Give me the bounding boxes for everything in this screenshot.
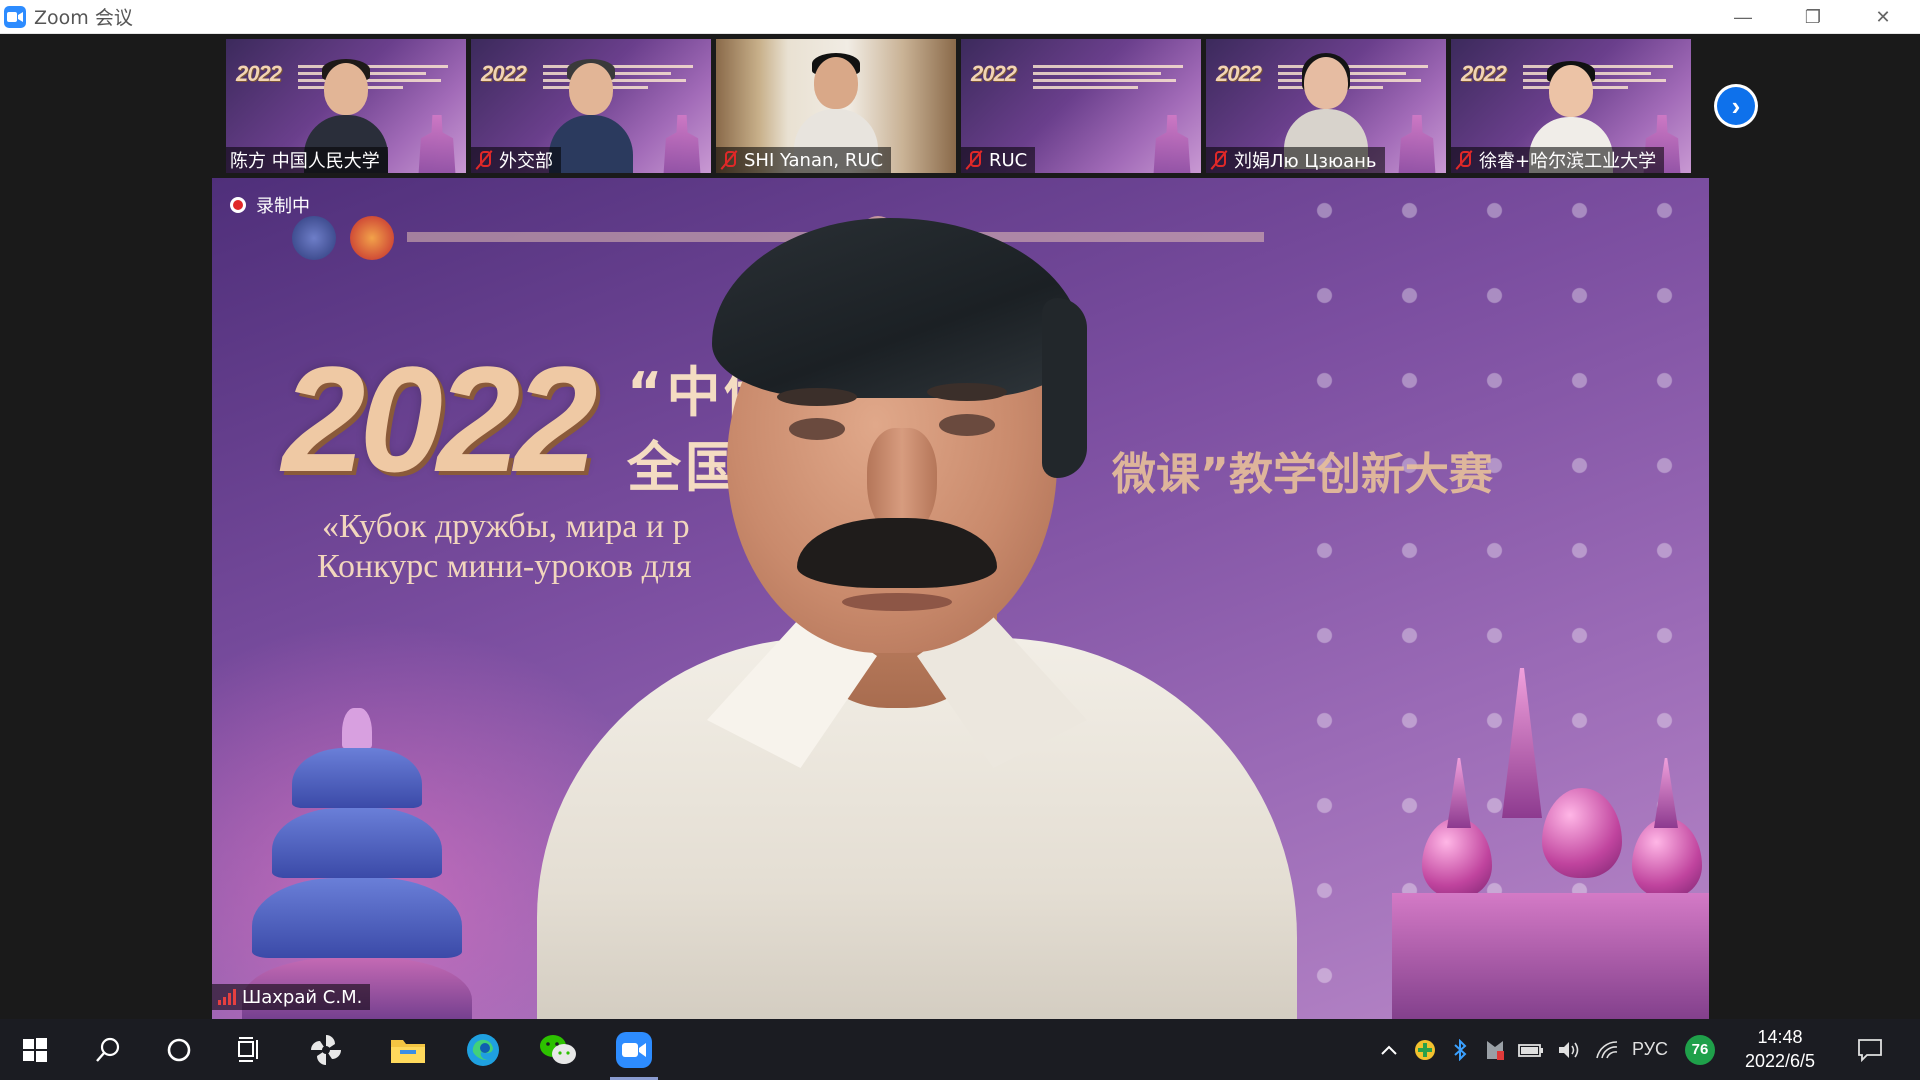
mic-muted-icon <box>965 150 983 170</box>
participant-thumbnail[interactable]: 2022 陈方 中国人民大学 <box>226 39 466 173</box>
volume-tray-button[interactable] <box>1554 1019 1584 1080</box>
participant-name: 刘娟Лю Цзюань <box>1234 151 1377 172</box>
banner-year-text: 2022 <box>236 61 282 86</box>
zoom-app-icon <box>4 5 26 28</box>
mic-muted-icon <box>1455 150 1473 170</box>
wifi-icon <box>1596 1040 1618 1058</box>
chevron-right-icon: › <box>1717 87 1755 125</box>
bluetooth-icon <box>1454 1038 1467 1061</box>
record-icon <box>230 197 246 213</box>
start-button[interactable] <box>5 1019 65 1080</box>
participant-video <box>549 59 633 173</box>
participant-name: RUC <box>989 149 1028 171</box>
mic-muted-icon <box>1210 150 1228 170</box>
window-title: Zoom 会议 <box>34 7 133 29</box>
windows-taskbar: РУС 76 14:48 2022/6/5 <box>0 1019 1920 1080</box>
recording-label: 录制中 <box>256 196 310 217</box>
participant-name: 徐睿+哈尔滨工业大学 <box>1479 151 1657 172</box>
input-language-button[interactable]: РУС <box>1628 1019 1672 1080</box>
wechat-icon <box>540 1034 576 1064</box>
tray-app-icon[interactable] <box>1410 1019 1440 1080</box>
kremlin-graphic <box>418 115 456 173</box>
next-page-button[interactable]: › <box>1714 84 1758 128</box>
clock-time: 14:48 <box>1757 1027 1803 1047</box>
kremlin-graphic <box>1153 115 1191 173</box>
organizer-logo-icon <box>350 216 394 260</box>
participant-name: 外交部 <box>499 151 553 172</box>
speaker-volume-icon <box>1559 1041 1579 1058</box>
recording-indicator[interactable]: 录制中 <box>230 192 310 218</box>
window-titlebar: Zoom 会议 — ❐ ✕ <box>0 0 1920 34</box>
edge-icon <box>467 1033 499 1066</box>
search-icon <box>96 1037 120 1062</box>
meeting-area: 2022 陈方 中国人民大学 2022 外交部 SHI Yanan, RUC 2… <box>0 34 1920 1019</box>
restore-button[interactable]: ❐ <box>1778 0 1848 34</box>
participant-thumbnail[interactable]: 2022 徐睿+哈尔滨工业大学 <box>1451 39 1691 173</box>
active-speaker-video[interactable]: 2022 “中俄 全国高 微课”教学创新大赛 «Кубок дружбы, ми… <box>212 178 1709 1019</box>
speaker-name-label: Шахрай С.М. <box>212 984 371 1010</box>
wechat-button[interactable] <box>528 1019 588 1080</box>
tray-shield-button[interactable] <box>1482 1019 1508 1080</box>
show-hidden-icons-button[interactable] <box>1377 1019 1401 1080</box>
organizer-logo-icon <box>292 216 336 260</box>
status-badge: 76 <box>1685 1034 1715 1065</box>
search-button[interactable] <box>78 1019 138 1080</box>
participant-thumbnail[interactable]: 2022 RUC <box>961 39 1201 173</box>
battery-icon <box>1518 1043 1543 1057</box>
participant-strip: 2022 陈方 中国人民大学 2022 外交部 SHI Yanan, RUC 2… <box>226 39 1691 173</box>
shield-icon <box>1487 1040 1504 1060</box>
system-clock[interactable]: 14:48 2022/6/5 <box>1725 1025 1835 1073</box>
chevron-up-icon <box>1381 1045 1397 1055</box>
notification-icon <box>1858 1038 1882 1062</box>
cortana-button[interactable] <box>149 1019 209 1080</box>
cortana-icon <box>167 1038 191 1061</box>
tray-badge-button[interactable]: 76 <box>1683 1019 1717 1080</box>
banner-text-lines <box>1033 65 1183 93</box>
windows-logo-icon <box>23 1037 47 1062</box>
network-tray-button[interactable] <box>1592 1019 1622 1080</box>
participant-name-label: 刘娟Лю Цзюань <box>1206 147 1385 173</box>
banner-year-text: 2022 <box>1216 61 1262 86</box>
temple-of-heaven-graphic <box>242 698 472 1019</box>
pinwheel-app-icon <box>311 1034 341 1065</box>
mic-muted-icon <box>720 150 738 170</box>
participant-thumbnail[interactable]: 2022 刘娟Лю Цзюань <box>1206 39 1446 173</box>
close-button[interactable]: ✕ <box>1848 0 1918 34</box>
task-view-button[interactable] <box>220 1019 280 1080</box>
network-signal-icon <box>218 989 236 1005</box>
zoom-icon <box>616 1031 652 1068</box>
clock-date: 2022/6/5 <box>1744 1051 1816 1071</box>
folder-icon <box>391 1039 425 1063</box>
banner-year-text: 2022 <box>971 61 1017 86</box>
tray-app-icon <box>1415 1039 1435 1060</box>
bluetooth-tray-button[interactable] <box>1448 1019 1472 1080</box>
participant-name: SHI Yanan, RUC <box>744 149 884 171</box>
participant-thumbnail[interactable]: SHI Yanan, RUC <box>716 39 956 173</box>
file-explorer-button[interactable] <box>378 1019 438 1080</box>
speaker-name: Шахрай С.М. <box>242 986 363 1008</box>
saint-basils-cathedral-graphic <box>1392 668 1709 1019</box>
mic-muted-icon <box>475 150 493 170</box>
minimize-button[interactable]: — <box>1708 0 1778 34</box>
participant-name-label: SHI Yanan, RUC <box>716 147 892 173</box>
participant-name-label: 外交部 <box>471 147 561 173</box>
participant-name-label: 陈方 中国人民大学 <box>226 147 388 173</box>
participant-name-label: 徐睿+哈尔滨工业大学 <box>1451 147 1665 173</box>
kremlin-graphic <box>663 115 701 173</box>
battery-tray-button[interactable] <box>1516 1019 1546 1080</box>
participant-thumbnail[interactable]: 2022 外交部 <box>471 39 711 173</box>
kremlin-graphic <box>1398 115 1436 173</box>
participant-name: 陈方 中国人民大学 <box>230 151 380 172</box>
zoom-taskbar-button[interactable] <box>604 1019 664 1080</box>
banner-year-text: 2022 <box>481 61 527 86</box>
edge-browser-button[interactable] <box>453 1019 513 1080</box>
task-view-icon <box>238 1036 258 1062</box>
pinwheel-app-button[interactable] <box>296 1019 356 1080</box>
banner-year-text: 2022 <box>1461 61 1507 86</box>
speaker-person <box>497 218 1357 1019</box>
participant-name-label: RUC <box>961 147 1036 173</box>
notifications-button[interactable] <box>1850 1019 1890 1080</box>
